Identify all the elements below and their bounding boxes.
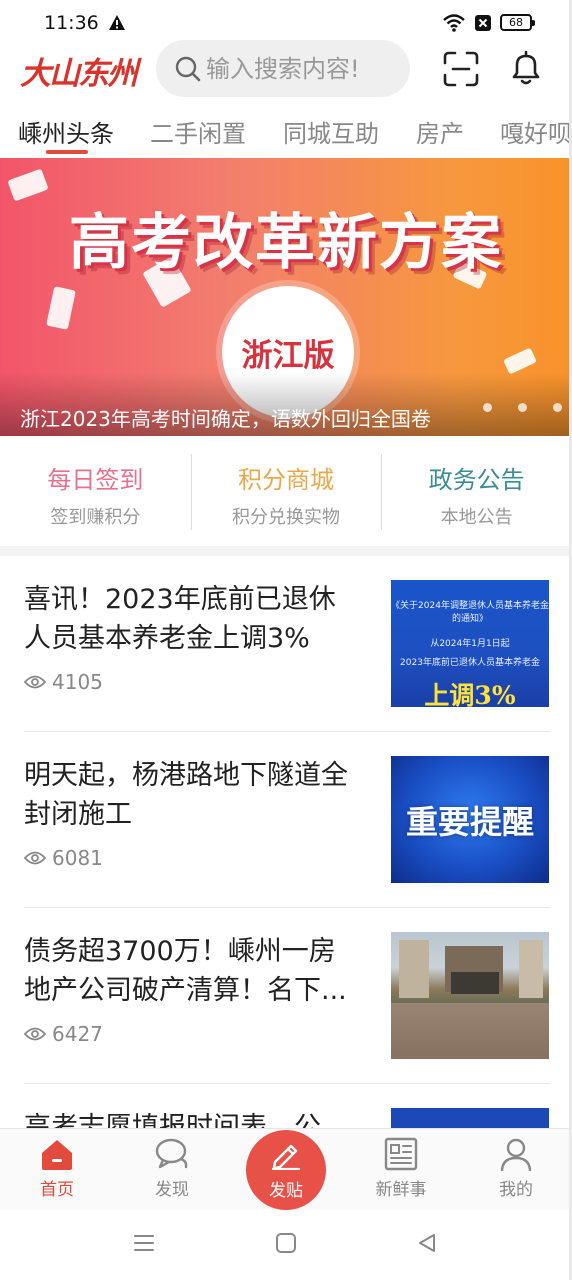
search-icon bbox=[175, 56, 201, 81]
thumb-notice-subject: 2023年底前已退休人员基本养老金 bbox=[400, 658, 540, 668]
wifi-icon bbox=[443, 14, 465, 32]
post-button[interactable]: 发贴 bbox=[246, 1130, 326, 1210]
eye-icon bbox=[24, 675, 46, 689]
scan-icon[interactable] bbox=[443, 51, 479, 87]
quick-entry-subtitle: 本地公告 bbox=[440, 507, 513, 528]
photo-gate bbox=[451, 972, 499, 994]
news-title: 喜讯！2023年底前已退休人员基本养老金上调3% bbox=[24, 584, 336, 654]
tabbar-home[interactable]: 首页 bbox=[17, 1137, 97, 1200]
eye-icon bbox=[24, 1027, 46, 1041]
tabbar-label: 首页 bbox=[40, 1180, 74, 1200]
tabbar-discover[interactable]: 发现 bbox=[132, 1137, 212, 1200]
tab-second-hand[interactable]: 二手闲置 bbox=[150, 114, 246, 149]
menu-nav-icon[interactable] bbox=[133, 1232, 155, 1254]
tabbar-fresh-news[interactable]: 新鲜事 bbox=[361, 1137, 441, 1200]
search-bar[interactable] bbox=[156, 40, 410, 97]
system-nav-bar bbox=[0, 1210, 572, 1280]
carousel-dot[interactable] bbox=[518, 403, 527, 412]
home-icon bbox=[42, 1140, 72, 1170]
tabbar-profile[interactable]: 我的 bbox=[476, 1137, 556, 1200]
back-nav-icon[interactable] bbox=[416, 1232, 438, 1254]
thumb-notice-date: 从2024年1月1日起 bbox=[430, 639, 510, 649]
search-input[interactable] bbox=[206, 54, 396, 83]
news-title: 明天起，杨港路地下隧道全封闭施工 bbox=[24, 760, 348, 830]
news-item[interactable]: 喜讯！2023年底前已退休人员基本养老金上调3% 4105 《关于2024年调整… bbox=[24, 556, 550, 732]
tab-gahaobei[interactable]: 嘎好呗 bbox=[500, 114, 572, 149]
photo-road bbox=[391, 1003, 549, 1059]
channel-tabs: 嵊州头条 二手闲置 同城互助 房产 嘎好呗 bbox=[0, 108, 572, 156]
home-nav-icon[interactable] bbox=[275, 1232, 297, 1254]
banner-decoration bbox=[503, 347, 537, 375]
no-sim-icon bbox=[475, 14, 491, 31]
banner-carousel[interactable]: 高考改革新方案 浙江版 浙江2023年高考时间确定，语数外回归全国卷 bbox=[0, 158, 572, 436]
status-time: 11:36 bbox=[44, 12, 99, 34]
tab-local-help[interactable]: 同城互助 bbox=[283, 114, 379, 149]
quick-entry-subtitle: 签到赚积分 bbox=[50, 507, 141, 528]
pen-icon bbox=[271, 1144, 301, 1170]
app-logo[interactable]: 大山东州 bbox=[20, 48, 138, 93]
points-mall-entry[interactable]: 积分商城 积分兑换实物 bbox=[190, 440, 382, 546]
quick-entries: 每日签到 签到赚积分 积分商城 积分兑换实物 政务公告 本地公告 bbox=[0, 440, 572, 546]
warning-icon bbox=[109, 15, 125, 30]
carousel-dots bbox=[483, 403, 562, 412]
app-header: 大山东州 bbox=[0, 40, 572, 98]
photo-building bbox=[519, 940, 543, 998]
quick-entry-title: 每日签到 bbox=[47, 466, 144, 494]
tabbar-label: 我的 bbox=[499, 1180, 533, 1200]
tabbar-label: 发现 bbox=[155, 1180, 189, 1200]
view-count-value: 4105 bbox=[52, 670, 103, 694]
banner-decoration bbox=[46, 286, 76, 330]
photo-building bbox=[399, 940, 429, 998]
view-count: 6081 bbox=[24, 846, 103, 870]
chat-bubbles-icon bbox=[155, 1138, 188, 1169]
quick-entry-title: 积分商城 bbox=[238, 466, 334, 494]
thumb-remind-text: 重要提醒 bbox=[405, 802, 534, 841]
bell-icon[interactable] bbox=[507, 49, 545, 87]
tab-shengzhou-headlines[interactable]: 嵊州头条 bbox=[18, 114, 114, 149]
carousel-dot[interactable] bbox=[483, 403, 492, 412]
view-count-value: 6427 bbox=[52, 1022, 103, 1046]
news-title: 债务超3700万！嵊州一房地产公司破产清算！名下... bbox=[24, 936, 347, 1006]
news-thumbnail-photo bbox=[391, 932, 549, 1059]
user-icon bbox=[500, 1138, 532, 1171]
news-item[interactable]: 债务超3700万！嵊州一房地产公司破产清算！名下... 6427 bbox=[24, 908, 550, 1084]
banner-headline: 高考改革新方案 bbox=[69, 208, 503, 278]
carousel-dot[interactable] bbox=[553, 403, 562, 412]
daily-checkin-entry[interactable]: 每日签到 签到赚积分 bbox=[0, 440, 191, 546]
eye-icon bbox=[24, 851, 46, 865]
thumb-notice-title: 《关于2024年调整退休人员基本养老金的通知》 bbox=[391, 601, 549, 624]
active-tab-indicator bbox=[46, 150, 88, 154]
banner-badge: 浙江版 bbox=[241, 337, 335, 374]
post-button-label: 发贴 bbox=[269, 1180, 303, 1201]
news-thumbnail: 《关于2024年调整退休人员基本养老金的通知》 从2024年1月1日起 2023… bbox=[391, 580, 549, 707]
tab-real-estate[interactable]: 房产 bbox=[416, 114, 464, 149]
news-thumbnail: 重要提醒 bbox=[391, 756, 549, 883]
battery-indicator: 68 bbox=[500, 14, 535, 31]
tabbar-label: 新鲜事 bbox=[375, 1180, 427, 1200]
status-indicators: 68 bbox=[442, 13, 535, 32]
quick-entry-subtitle: 积分兑换实物 bbox=[232, 507, 340, 528]
view-count: 4105 bbox=[24, 670, 103, 694]
quick-entry-title: 政务公告 bbox=[428, 466, 525, 494]
government-notice-entry[interactable]: 政务公告 本地公告 bbox=[381, 440, 572, 546]
banner-caption: 浙江2023年高考时间确定，语数外回归全国卷 bbox=[20, 407, 431, 431]
thumb-notice-highlight: 上调3% bbox=[424, 681, 516, 707]
view-count-value: 6081 bbox=[52, 846, 103, 870]
section-divider bbox=[0, 546, 572, 556]
newspaper-icon bbox=[384, 1137, 418, 1171]
view-count: 6427 bbox=[24, 1022, 103, 1046]
news-item[interactable]: 明天起，杨港路地下隧道全封闭施工 6081 重要提醒 bbox=[24, 732, 550, 908]
